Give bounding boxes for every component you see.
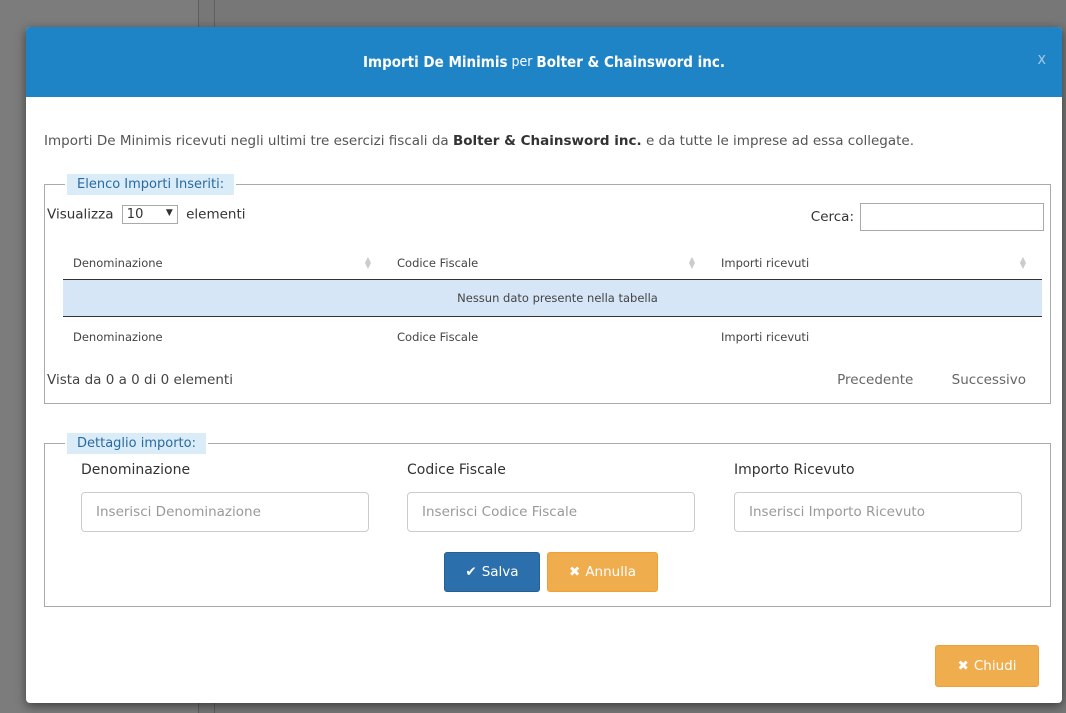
intro-text: Importi De Minimis ricevuti negli ultimi… <box>44 133 914 149</box>
importo-input[interactable]: Inserisci Importo Ricevuto <box>734 492 1022 532</box>
show-suffix: elementi <box>186 206 246 223</box>
column-header-label: Codice Fiscale <box>397 256 479 270</box>
list-fieldset: Elenco Importi Inseriti: Visualizza 10 ▼… <box>44 174 1051 404</box>
footer-denominazione: Denominazione <box>73 330 163 344</box>
footer-importi: Importi ricevuti <box>721 330 810 344</box>
page-length-value: 10 <box>126 207 144 222</box>
de-minimis-modal: Importi De Minimis per Bolter & Chainswo… <box>26 27 1062 703</box>
intro-after: e da tutte le imprese ad essa collegate. <box>645 133 914 149</box>
pagination: Precedente Successivo <box>803 372 1026 388</box>
codice-fiscale-label: Codice Fiscale <box>407 462 506 478</box>
intro-company: Bolter & Chainsword inc. <box>452 133 642 149</box>
denominazione-field: Denominazione Inserisci Denominazione <box>81 462 369 532</box>
modal-title-company: Bolter & Chainsword inc. <box>536 53 726 71</box>
importo-field: Importo Ricevuto Inserisci Importo Ricev… <box>734 462 1022 532</box>
cancel-button[interactable]: ✖ Annulla <box>547 552 658 592</box>
intro-before: Importi De Minimis ricevuti negli ultimi… <box>44 133 449 149</box>
column-header-label: Importi ricevuti <box>721 256 810 270</box>
page-length-control: Visualizza 10 ▼ elementi <box>47 205 246 224</box>
page-length-select[interactable]: 10 ▼ <box>121 205 178 224</box>
save-label: Salva <box>481 564 519 580</box>
sort-icon: ▲ ▼ <box>364 255 371 270</box>
next-page-button[interactable]: Successivo <box>952 372 1026 388</box>
close-label: Chiudi <box>973 658 1017 674</box>
list-legend: Elenco Importi Inseriti: <box>65 174 237 195</box>
table-info: Vista da 0 a 0 di 0 elementi <box>47 372 233 388</box>
codice-fiscale-field: Codice Fiscale Inserisci Codice Fiscale <box>407 462 695 532</box>
check-icon: ✔ <box>465 564 477 580</box>
column-header-label: Denominazione <box>73 256 163 270</box>
table-row: Nessun dato presente nella tabella <box>63 279 1042 317</box>
save-button[interactable]: ✔ Salva <box>444 552 540 592</box>
amounts-table: Denominazione ▲ ▼ Codice Fiscale ▲ ▼ Impor… <box>63 247 1042 357</box>
modal-header: Importi De Minimis per Bolter & Chainswo… <box>26 27 1062 97</box>
previous-page-button[interactable]: Precedente <box>837 372 913 388</box>
cancel-label: Annulla <box>585 564 636 580</box>
codice-fiscale-input[interactable]: Inserisci Codice Fiscale <box>407 492 695 532</box>
modal-title-main: Importi De Minimis <box>362 53 508 71</box>
sort-icon: ▲ ▼ <box>688 255 695 270</box>
footer-codice-fiscale: Codice Fiscale <box>397 330 479 344</box>
chevron-down-icon: ▼ <box>165 208 173 218</box>
detail-legend: Dettaglio importo: <box>65 433 208 454</box>
search-label: Cerca: <box>810 209 854 225</box>
close-icon[interactable]: x <box>1037 49 1046 68</box>
show-label: Visualizza <box>47 206 114 223</box>
empty-table-message: Nessun dato presente nella tabella <box>63 279 1042 317</box>
column-header-codice-fiscale[interactable]: Codice Fiscale ▲ ▼ <box>387 247 711 280</box>
importo-label: Importo Ricevuto <box>734 462 855 478</box>
detail-fieldset: Dettaglio importo: Denominazione Inseris… <box>44 433 1051 607</box>
close-modal-button[interactable]: ✖ Chiudi <box>935 645 1039 687</box>
column-header-denominazione[interactable]: Denominazione ▲ ▼ <box>63 247 387 280</box>
column-header-importi[interactable]: Importi ricevuti ▲ ▼ <box>711 247 1042 280</box>
sort-icon: ▲ ▼ <box>1019 255 1026 270</box>
denominazione-input[interactable]: Inserisci Denominazione <box>81 492 369 532</box>
modal-title-pre: per <box>511 54 533 70</box>
close-icon: ✖ <box>957 658 969 674</box>
search-input[interactable] <box>860 203 1044 231</box>
close-icon: ✖ <box>569 564 581 580</box>
denominazione-label: Denominazione <box>81 462 191 478</box>
